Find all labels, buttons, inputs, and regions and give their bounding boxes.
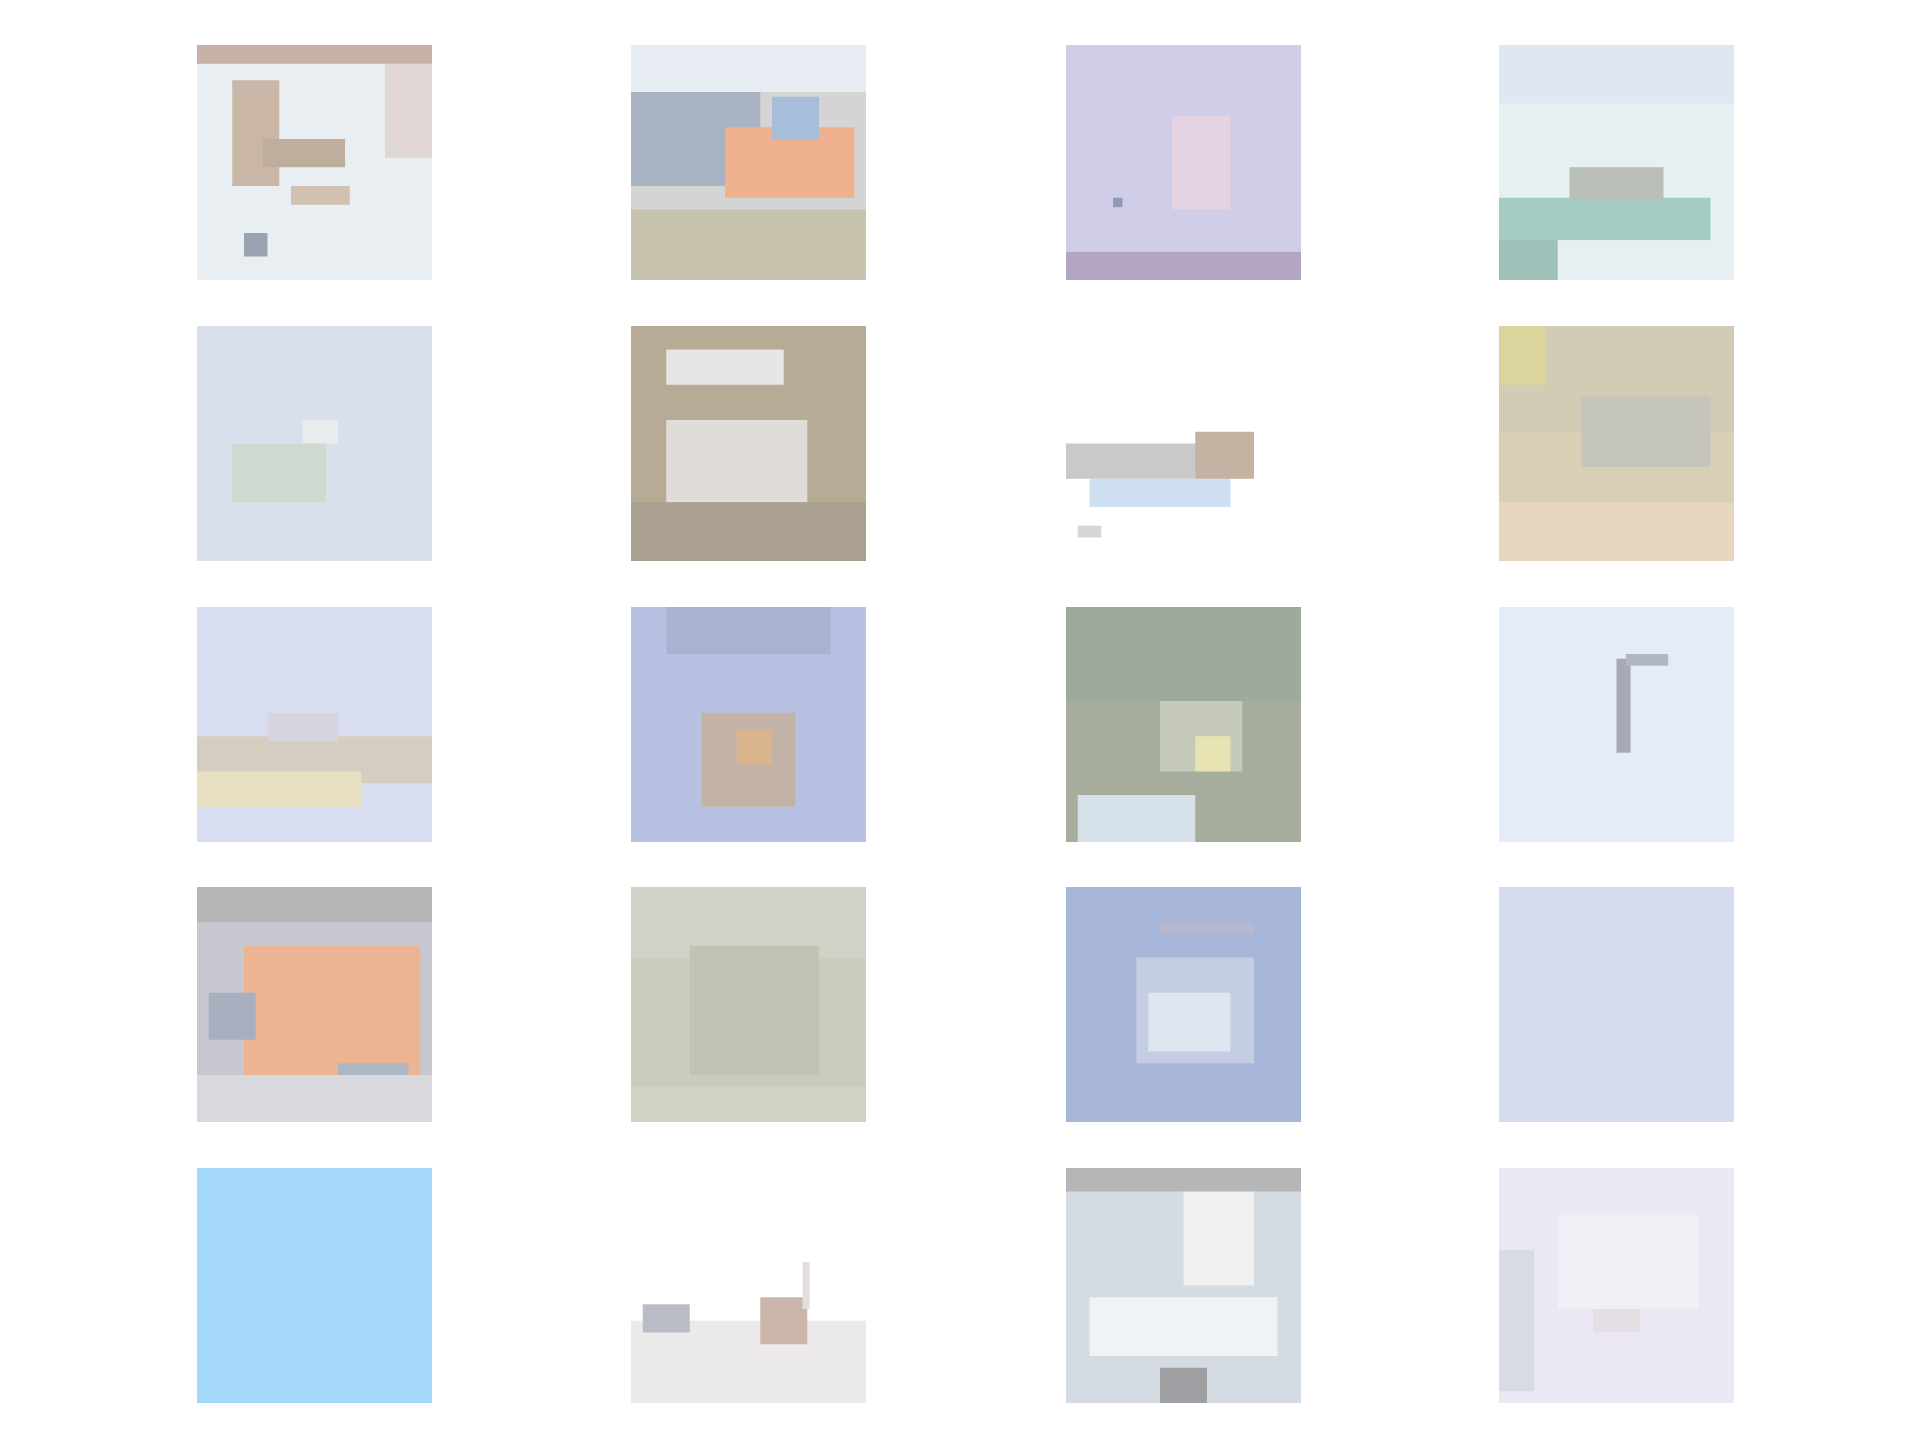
image-tile-1 [197, 45, 432, 280]
image-tile-4 [1499, 45, 1734, 280]
image-tile-10 [631, 607, 866, 842]
image-tile-19 [1066, 1168, 1301, 1403]
image-tile-6 [631, 326, 866, 561]
image-tile-14 [631, 887, 866, 1122]
image-tile-16 [1499, 887, 1734, 1122]
image-tile-20 [1499, 1168, 1734, 1403]
image-tile-12 [1499, 607, 1734, 842]
image-tile-15 [1066, 887, 1301, 1122]
image-tile-13 [197, 887, 432, 1122]
image-tile-8 [1499, 326, 1734, 561]
image-tile-5 [197, 326, 432, 561]
image-tile-17 [197, 1168, 432, 1403]
image-tile-3 [1066, 45, 1301, 280]
image-tile-7 [1066, 326, 1301, 561]
image-tile-9 [197, 607, 432, 842]
image-tile-11 [1066, 607, 1301, 842]
image-tile-2 [631, 45, 866, 280]
image-tile-18 [631, 1168, 866, 1403]
